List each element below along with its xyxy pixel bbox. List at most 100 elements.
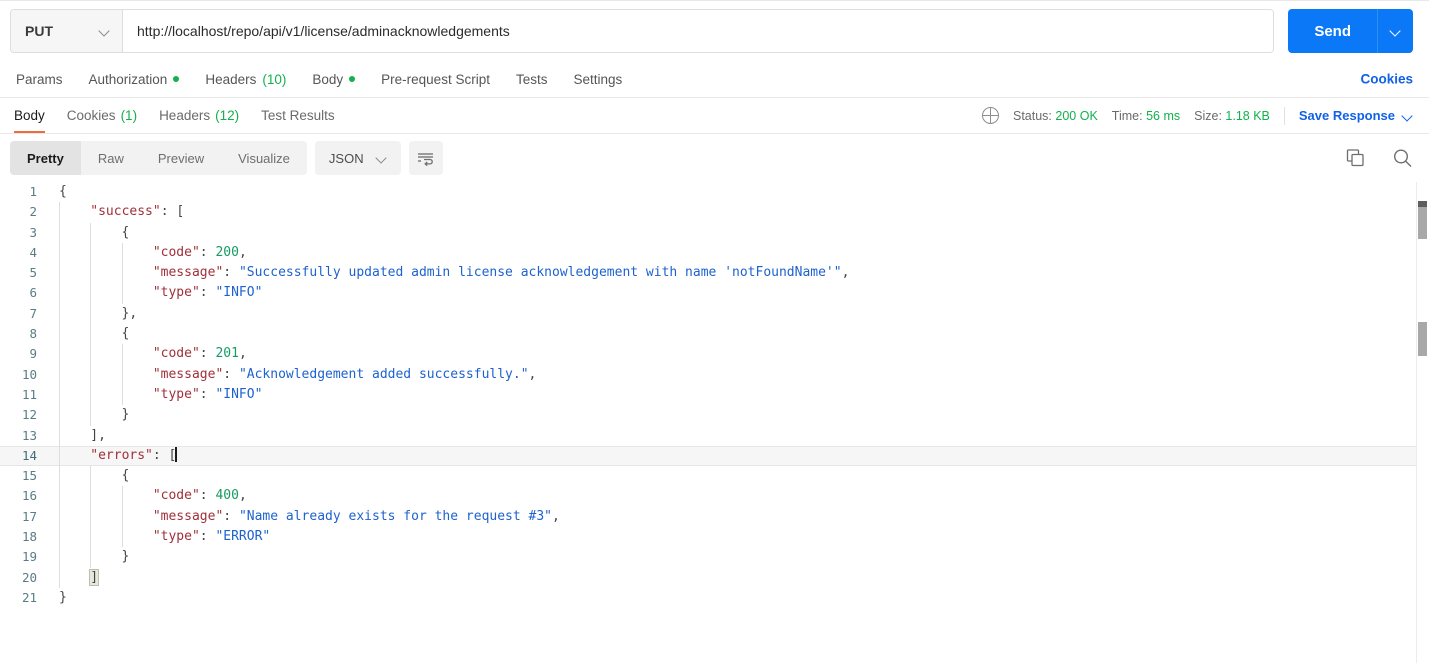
send-button[interactable]: Send (1288, 9, 1377, 53)
vertical-scrollbar[interactable] (1416, 182, 1429, 663)
view-mode-pretty[interactable]: Pretty (10, 141, 81, 175)
code-line[interactable]: 3{ (0, 222, 1429, 243)
indent-guide (90, 466, 92, 487)
code-line[interactable]: 21} (0, 588, 1429, 608)
token-p: : (199, 386, 216, 402)
code-line[interactable]: 20] (0, 567, 1429, 588)
code-line[interactable]: 15 { (0, 466, 1429, 487)
url-input[interactable]: http://localhost/repo/api/v1/license/adm… (123, 10, 1274, 52)
code-line[interactable]: 6 "type": "INFO" (0, 283, 1429, 304)
response-tab-headers[interactable]: Headers (12) (148, 98, 250, 133)
code-line[interactable]: 11 "type": "INFO" (0, 384, 1429, 406)
code-line[interactable]: 18 "type": "ERROR" (0, 527, 1429, 548)
indent-guide (59, 547, 60, 568)
request-tab-pre-request-script[interactable]: Pre-request Script (368, 61, 503, 97)
indent-guide (90, 527, 92, 548)
send-group: Send (1288, 9, 1413, 53)
indent-guide (90, 486, 92, 507)
line-number: 5 (29, 265, 37, 281)
code-line[interactable]: 5 "message": "Successfully updated admin … (0, 263, 1429, 284)
token-p: , (238, 244, 247, 260)
line-number: 13 (21, 427, 37, 443)
send-options-button[interactable] (1377, 9, 1413, 53)
request-tab-body[interactable]: Body (299, 61, 368, 97)
request-tab-label: Pre-request Script (381, 71, 490, 87)
request-tab-params[interactable]: Params (10, 61, 76, 97)
request-tab-settings[interactable]: Settings (560, 61, 635, 97)
code-line[interactable]: 16 "code": 400, (0, 486, 1429, 507)
response-tab-test-results[interactable]: Test Results (250, 98, 346, 133)
line-number: 1 (29, 184, 37, 199)
status-meta: Status: 200 OK (1013, 109, 1098, 123)
response-tab-cookies[interactable]: Cookies (1) (56, 98, 148, 133)
code-line[interactable]: 10 "message": "Acknowledgement added succ… (0, 364, 1429, 385)
token-p: { (59, 184, 67, 199)
indent-guide (121, 527, 123, 548)
line-number: 8 (29, 326, 37, 342)
code-line-content: "message": "Name already exists for the … (48, 506, 1429, 528)
url-value: http://localhost/repo/api/v1/license/adm… (137, 23, 510, 39)
code-line[interactable]: 1{ (0, 182, 1429, 202)
globe-icon (981, 106, 1000, 125)
code-tokens: "message": "Name already exists for the … (153, 509, 560, 524)
code-line[interactable]: 13], (0, 425, 1429, 446)
indent-guide (90, 506, 92, 528)
code-line[interactable]: 12} (0, 405, 1429, 426)
token-p: } (121, 407, 130, 423)
code-line-content: "code": 200, (48, 242, 1429, 264)
response-tab-label: Test Results (261, 108, 335, 123)
copy-button[interactable] (1345, 148, 1366, 169)
code-line[interactable]: 17 "message": "Name already exists for th… (0, 506, 1429, 528)
wrap-lines-icon (418, 152, 434, 166)
scrollbar-thumb-secondary[interactable] (1418, 322, 1427, 356)
view-mode-preview[interactable]: Preview (141, 141, 221, 175)
indent-guide (121, 344, 123, 365)
response-tab-body[interactable]: Body (10, 98, 56, 133)
request-tab-authorization[interactable]: Authorization (76, 61, 193, 97)
cookies-link[interactable]: Cookies (1360, 72, 1413, 87)
indent-guide (59, 324, 60, 345)
code-tokens: { (122, 225, 130, 240)
request-tab-tests[interactable]: Tests (503, 61, 561, 97)
wrap-lines-button[interactable] (408, 141, 443, 175)
save-response-button[interactable]: Save Response (1299, 108, 1413, 123)
code-line-content: "message": "Successfully updated admin l… (48, 263, 1429, 284)
code-line[interactable]: 2 "success": [ (0, 202, 1429, 223)
line-number: 4 (29, 244, 37, 260)
code-line[interactable]: 19} (0, 547, 1429, 568)
token-p: , (552, 508, 560, 524)
code-line-content: { (48, 222, 1429, 243)
text-cursor (175, 446, 177, 462)
indent-guide (59, 567, 60, 588)
view-mode-visualize[interactable]: Visualize (221, 141, 307, 175)
code-line[interactable]: 14 "errors": [ (0, 445, 1429, 467)
http-method-select[interactable]: PUT (11, 10, 123, 52)
code-line[interactable]: 9 "code": 201, (0, 344, 1429, 365)
code-line[interactable]: 7}, (0, 303, 1429, 325)
response-tab-label: Cookies (66, 108, 116, 123)
format-bar: Pretty Raw Preview Visualize JSON (0, 134, 1429, 182)
line-number: 2 (29, 204, 37, 220)
code-line-content: { (48, 466, 1429, 487)
response-body-viewer[interactable]: 1{2 "success": [3{4 "code": 200, 5 "message"… (0, 182, 1429, 663)
token-p: : (199, 488, 216, 504)
code-tokens: "type": "INFO" (153, 387, 263, 402)
search-button[interactable] (1392, 148, 1413, 169)
token-k: "code" (152, 244, 200, 260)
scrollbar-thumb-main[interactable] (1418, 207, 1427, 239)
indent-guide (59, 222, 60, 243)
token-p: , (238, 346, 247, 362)
indent-guide (121, 486, 123, 507)
code-line[interactable]: 4 "code": 200, (0, 242, 1429, 264)
chevron-down-icon (1403, 111, 1413, 121)
request-tab-headers[interactable]: Headers (10) (192, 61, 299, 97)
indent-guide (121, 384, 123, 406)
indent-guide (59, 364, 60, 385)
token-k: "message" (152, 265, 224, 281)
line-number: 12 (21, 407, 37, 423)
indent-guide (90, 364, 92, 385)
language-select[interactable]: JSON (314, 141, 401, 175)
view-mode-raw[interactable]: Raw (81, 141, 141, 175)
code-line-content: } (48, 405, 1429, 426)
code-line[interactable]: 8{ (0, 324, 1429, 345)
